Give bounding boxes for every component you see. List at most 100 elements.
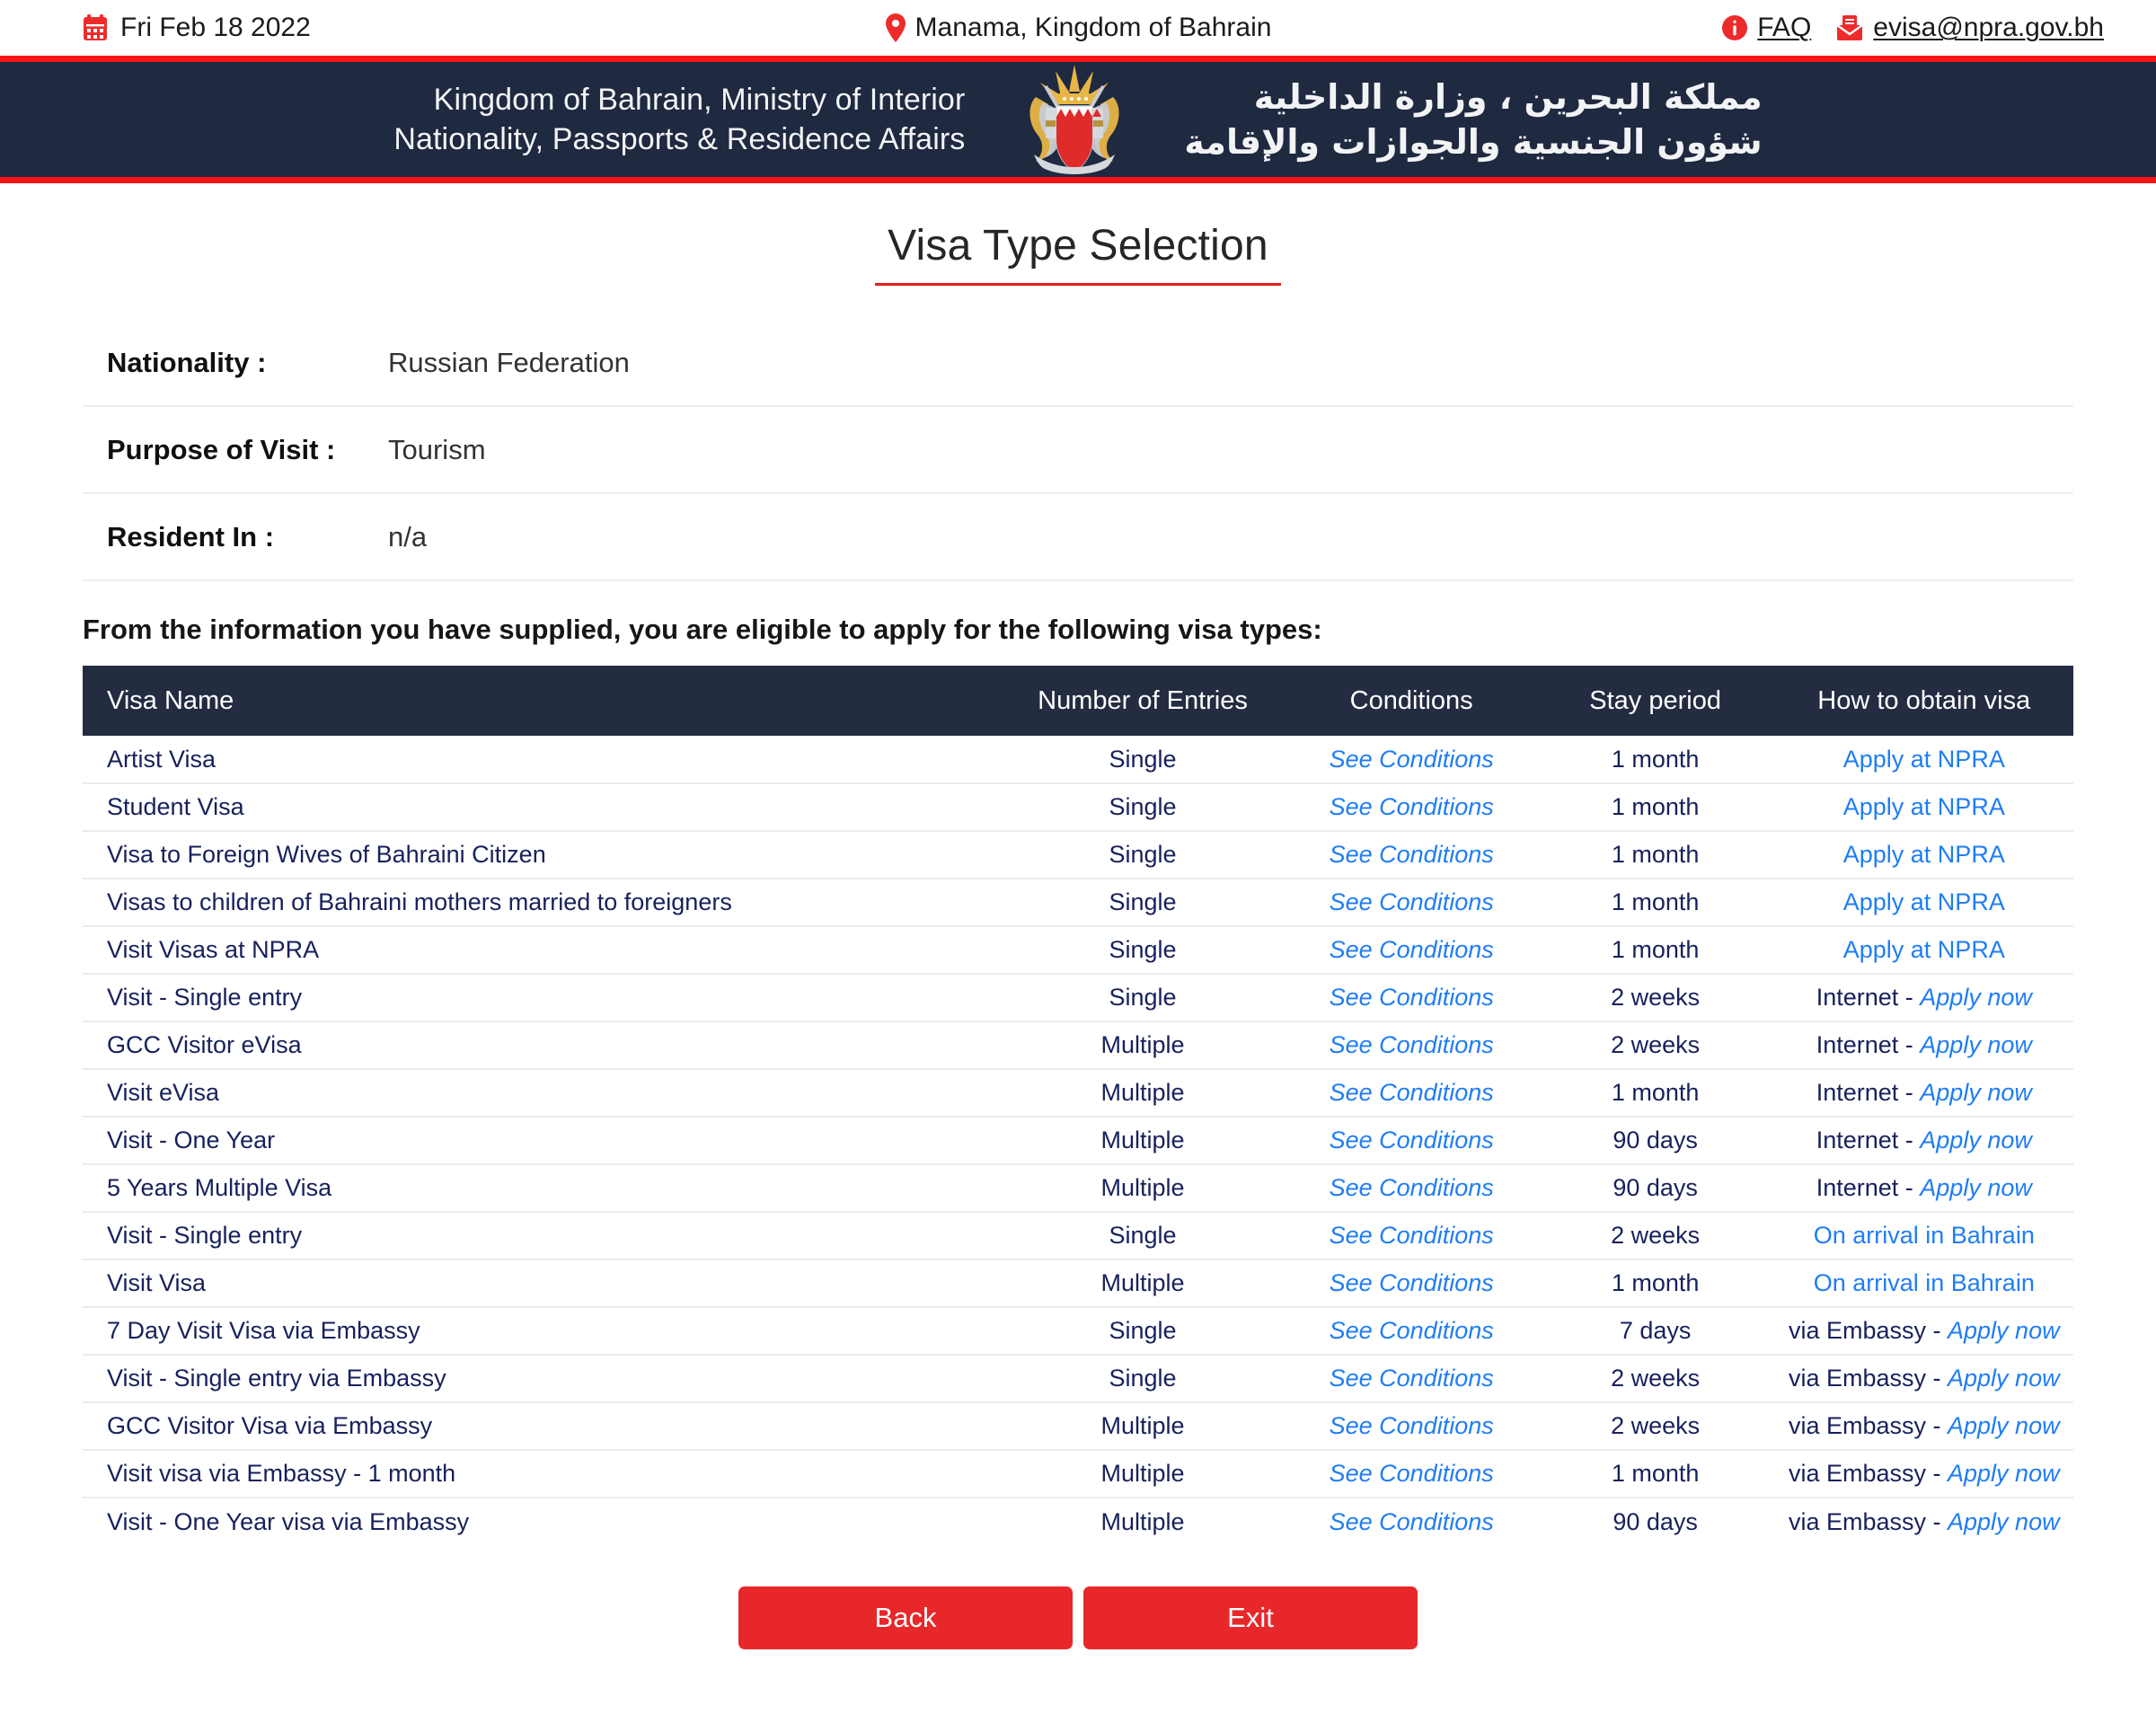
cell-number-of-entries: Single bbox=[998, 974, 1287, 1022]
cell-stay-period: 7 days bbox=[1535, 1307, 1775, 1356]
cell-conditions: See Conditions bbox=[1286, 1355, 1536, 1403]
obtain-visa-link[interactable]: Apply at NPRA bbox=[1843, 746, 2005, 773]
bahrain-coat-of-arms-icon bbox=[1008, 56, 1141, 183]
obtain-visa-link[interactable]: Apply now bbox=[1920, 1079, 2032, 1106]
summary-row-resident: Resident In : n/a bbox=[83, 494, 2073, 581]
obtain-method-label: via Embassy - bbox=[1788, 1507, 1948, 1535]
cell-number-of-entries: Multiple bbox=[1100, 1507, 1185, 1535]
see-conditions-link[interactable]: See Conditions bbox=[1330, 1269, 1494, 1296]
summary-value: Tourism bbox=[388, 433, 486, 465]
see-conditions-link[interactable]: See Conditions bbox=[1330, 1174, 1494, 1201]
brand-en-line1: Kingdom of Bahrain, Ministry of Interior bbox=[433, 82, 966, 117]
cell-stay-period: 2 weeks bbox=[1535, 1021, 1775, 1070]
cell-how-to-obtain: Apply at NPRA bbox=[1774, 831, 2073, 879]
cell-number-of-entries: Single bbox=[998, 1355, 1287, 1403]
cell-stay-period: 1 month bbox=[1535, 831, 1775, 879]
see-conditions-link[interactable]: See Conditions bbox=[1330, 984, 1494, 1011]
obtain-visa-link[interactable]: Apply now bbox=[1920, 1174, 2032, 1201]
obtain-method-label: via Embassy - bbox=[1788, 1365, 1948, 1392]
see-conditions-link[interactable]: See Conditions bbox=[1330, 1412, 1494, 1439]
cell-visa-name: GCC Visitor eVisa bbox=[83, 1021, 999, 1070]
cell-visa-name: Artist Visa bbox=[83, 736, 999, 784]
page-title: Visa Type Selection bbox=[875, 221, 1281, 286]
see-conditions-link[interactable]: See Conditions bbox=[1330, 1222, 1494, 1249]
cell-stay-period: 1 month bbox=[1535, 736, 1775, 784]
table-row: GCC Visitor eVisa Multiple See Conditions 2… bbox=[83, 1021, 2073, 1070]
obtain-visa-link[interactable]: Apply now bbox=[1948, 1317, 2060, 1344]
see-conditions-link[interactable]: See Conditions bbox=[1330, 936, 1494, 963]
obtain-method-label: Internet - bbox=[1816, 1031, 1921, 1058]
faq-link-group[interactable]: FAQ bbox=[1722, 13, 1811, 43]
col-header-number-of-entries: Number of Entries bbox=[998, 666, 1287, 736]
see-conditions-link[interactable]: See Conditions bbox=[1330, 1365, 1494, 1392]
see-conditions-link[interactable]: See Conditions bbox=[1330, 1508, 1494, 1535]
info-circle-icon bbox=[1722, 15, 1748, 40]
cell-visa-name: Visit Visa bbox=[83, 1259, 999, 1308]
cell-conditions: See Conditions bbox=[1286, 831, 1536, 879]
table-row: Visit visa via Embassy - 1 month Multiple… bbox=[83, 1450, 2073, 1498]
obtain-visa-link[interactable]: On arrival in Bahrain bbox=[1814, 1222, 2035, 1249]
see-conditions-link[interactable]: See Conditions bbox=[1330, 1127, 1494, 1153]
map-pin-icon bbox=[885, 13, 906, 42]
location-label: Manama, Kingdom of Bahrain bbox=[915, 13, 1272, 42]
cell-conditions: See Conditions bbox=[1286, 1402, 1536, 1451]
cell-how-to-obtain: via Embassy - Apply now bbox=[1774, 1307, 2073, 1356]
cell-how-to-obtain: Internet - Apply now bbox=[1774, 1021, 2073, 1070]
cell-how-to-obtain: Internet - Apply now bbox=[1774, 1117, 2073, 1165]
cell-visa-name: Student Visa bbox=[83, 783, 999, 832]
obtain-visa-link[interactable]: Apply at NPRA bbox=[1843, 936, 2005, 963]
cell-visa-name: Visit - One Year bbox=[83, 1117, 999, 1165]
applicant-summary: Nationality : Russian Federation Purpose… bbox=[83, 320, 2073, 581]
obtain-visa-link[interactable]: Apply at NPRA bbox=[1843, 841, 2005, 868]
obtain-visa-link[interactable]: Apply now bbox=[1948, 1508, 2060, 1535]
faq-link[interactable]: FAQ bbox=[1757, 13, 1811, 43]
utility-links: FAQ evisa@npra.gov.bh bbox=[1722, 13, 2104, 43]
back-button[interactable]: Back bbox=[738, 1586, 1073, 1649]
see-conditions-link[interactable]: See Conditions bbox=[1330, 1317, 1494, 1344]
summary-label: Nationality : bbox=[107, 346, 267, 378]
see-conditions-link[interactable]: See Conditions bbox=[1330, 888, 1494, 915]
table-row: Visit - Single entry Single See Conditions… bbox=[83, 1212, 2073, 1260]
cell-stay-period: 1 month bbox=[1535, 926, 1775, 975]
obtain-visa-link[interactable]: Apply now bbox=[1920, 1127, 2032, 1153]
obtain-visa-link[interactable]: Apply now bbox=[1948, 1460, 2060, 1487]
email-link-group[interactable]: evisa@npra.gov.bh bbox=[1836, 13, 2104, 43]
utility-bar: Fri Feb 18 2022 Manama, Kingdom of Bahra… bbox=[0, 0, 2156, 56]
brand-en-line2: Nationality, Passports & Residence Affai… bbox=[393, 122, 966, 156]
see-conditions-link[interactable]: See Conditions bbox=[1330, 1460, 1494, 1487]
cell-visa-name: Visit - Single entry bbox=[83, 1212, 999, 1260]
cell-conditions: See Conditions bbox=[1286, 926, 1536, 975]
cell-how-to-obtain: Internet - Apply now bbox=[1774, 974, 2073, 1022]
obtain-visa-link[interactable]: Apply now bbox=[1920, 1031, 2032, 1058]
obtain-visa-link[interactable]: On arrival in Bahrain bbox=[1814, 1269, 2035, 1296]
cell-visa-name: Visa to Foreign Wives of Bahraini Citize… bbox=[83, 831, 999, 879]
obtain-visa-link[interactable]: Apply at NPRA bbox=[1843, 793, 2005, 820]
see-conditions-link[interactable]: See Conditions bbox=[1330, 1079, 1494, 1106]
see-conditions-link[interactable]: See Conditions bbox=[1330, 746, 1494, 773]
cell-visa-name: GCC Visitor Visa via Embassy bbox=[83, 1402, 999, 1451]
obtain-visa-link[interactable]: Apply now bbox=[1948, 1365, 2060, 1392]
cell-stay-period: 1 month bbox=[1535, 783, 1775, 832]
obtain-visa-link[interactable]: Apply now bbox=[1948, 1412, 2060, 1439]
table-row: Visas to children of Bahraini mothers ma… bbox=[83, 879, 2073, 927]
obtain-visa-link[interactable]: Apply at NPRA bbox=[1843, 888, 2005, 915]
cell-how-to-obtain: via Embassy - Apply now bbox=[1774, 1450, 2073, 1498]
cell-stay-period: 90 days bbox=[1535, 1117, 1775, 1165]
cell-conditions: See Conditions bbox=[1287, 1498, 1536, 1545]
exit-button[interactable]: Exit bbox=[1083, 1586, 1418, 1649]
see-conditions-link[interactable]: See Conditions bbox=[1330, 841, 1494, 868]
summary-row-nationality: Nationality : Russian Federation bbox=[83, 320, 2073, 407]
email-link[interactable]: evisa@npra.gov.bh bbox=[1873, 13, 2104, 43]
cell-conditions: See Conditions bbox=[1286, 974, 1536, 1022]
see-conditions-link[interactable]: See Conditions bbox=[1330, 1031, 1494, 1058]
cell-visa-name: Visit - Single entry bbox=[83, 974, 999, 1022]
brand-title-english: Kingdom of Bahrain, Ministry of Interior… bbox=[393, 80, 1008, 159]
obtain-visa-link[interactable]: Apply now bbox=[1920, 984, 2032, 1011]
see-conditions-link[interactable]: See Conditions bbox=[1330, 793, 1494, 820]
cell-how-to-obtain: On arrival in Bahrain bbox=[1774, 1212, 2073, 1260]
cell-how-to-obtain: On arrival in Bahrain bbox=[1774, 1259, 2073, 1308]
action-buttons: Back Exit bbox=[83, 1586, 2073, 1730]
col-header-conditions: Conditions bbox=[1286, 666, 1536, 736]
cell-stay-period: 1 month bbox=[1535, 879, 1775, 927]
cell-visa-name: Visit Visas at NPRA bbox=[83, 926, 999, 975]
